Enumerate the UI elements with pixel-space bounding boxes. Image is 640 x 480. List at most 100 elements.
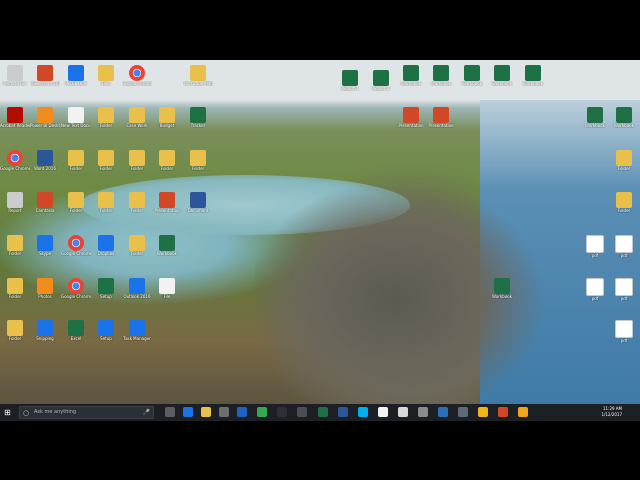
desktop-icon-i19[interactable]: Folder	[152, 150, 182, 171]
folder-icon	[98, 65, 114, 81]
desktop-icon-i51[interactable]: Workbook	[518, 65, 548, 86]
task-view-icon[interactable]	[165, 407, 175, 417]
calc-icon[interactable]	[458, 407, 468, 417]
excel-icon[interactable]	[318, 407, 328, 417]
gear-icon[interactable]	[478, 407, 488, 417]
desktop-icon-i15[interactable]: Word 2016	[30, 150, 60, 171]
desktop-icon-i36[interactable]: Google Chrome	[61, 278, 91, 299]
desktop-icon-i32[interactable]: Folder	[122, 235, 152, 256]
calculator-icon[interactable]	[418, 407, 428, 417]
folder-icon	[159, 150, 175, 166]
desktop-icon-i21[interactable]: Report	[0, 192, 30, 213]
desktop-icon-i13[interactable]: Tracker	[183, 107, 213, 128]
desktop-icon-i16[interactable]: Folder	[61, 150, 91, 171]
desktop-icon-i31[interactable]: Dropbox	[91, 235, 121, 256]
desktop-icon-i60[interactable]: pdf	[609, 235, 639, 258]
excel-icon	[464, 65, 480, 81]
desktop-icon-i30[interactable]: Google Chrome	[61, 235, 91, 256]
desktop-icon-label: Workbook	[523, 81, 543, 86]
search-box[interactable]: ○ Ask me anything 🎤	[19, 406, 154, 419]
desktop-icon-i10[interactable]: Folder	[91, 107, 121, 128]
desktop-icon-i59[interactable]: pdf	[580, 235, 610, 258]
desktop-icon-i26[interactable]: Presentation	[152, 192, 182, 213]
desktop-icon-i20[interactable]: Folder	[183, 150, 213, 171]
desktop-icon-label: Folder	[99, 208, 113, 213]
desktop-icon-label: Folder	[130, 208, 144, 213]
desktop-icon-i54[interactable]: Workbook	[580, 107, 610, 128]
desktop-icon-i35[interactable]: Photos	[30, 278, 60, 299]
desktop-icon-i22[interactable]: Camtasia	[30, 192, 60, 213]
sun-icon[interactable]	[518, 407, 528, 417]
edge-icon[interactable]	[183, 407, 193, 417]
desktop-icon-i49[interactable]: Workbook	[457, 65, 487, 86]
desktop-icon-i57[interactable]: Folder	[609, 192, 639, 213]
desktop-icon-i2[interactable]: PowerPoint 2016	[30, 65, 60, 86]
desktop-icon-i63[interactable]: pdf	[609, 320, 639, 343]
desktop-icon-i27[interactable]: Document	[183, 192, 213, 213]
desktop-icon-i18[interactable]: Folder	[122, 150, 152, 171]
powerpoint-icon[interactable]	[498, 407, 508, 417]
start-button[interactable]: ⊞	[4, 408, 11, 417]
desktop-icon-i38[interactable]: Outlook 2016	[122, 278, 152, 299]
desktop-icon-i52[interactable]: Presentation	[396, 107, 426, 128]
desktop-icon-label: Folder	[160, 166, 174, 171]
orange-icon	[37, 107, 53, 123]
word-icon[interactable]	[338, 407, 348, 417]
desktop-icon-i23[interactable]: Folder	[61, 192, 91, 213]
file-icon[interactable]	[378, 407, 388, 417]
desktop-icon-i33[interactable]: Workbook	[152, 235, 182, 256]
chart-icon[interactable]	[438, 407, 448, 417]
desktop-icon-i12[interactable]: Budget	[152, 107, 182, 128]
desktop-icon-i53[interactable]: Presentation	[426, 107, 456, 128]
desktop-icon-i7[interactable]: Acrobat Reader DC	[0, 107, 30, 128]
folder-icon	[98, 107, 114, 123]
desktop-icon-i40[interactable]: Folder	[0, 320, 30, 341]
desktop-icon-i25[interactable]: Folder	[122, 192, 152, 213]
desktop-icon-label: Case Work	[126, 123, 148, 128]
desktop-icon-i3[interactable]: INTEL UCA	[61, 65, 91, 86]
desktop-icon-i11[interactable]: Case Work	[122, 107, 152, 128]
desktop-icon-i42[interactable]: Excel	[61, 320, 91, 341]
desktop-icon-i37[interactable]: Setup	[91, 278, 121, 299]
microphone-icon[interactable]: 🎤	[143, 409, 150, 416]
folder-icon	[159, 107, 175, 123]
desktop-icon-i4[interactable]: Files	[91, 65, 121, 86]
desktop-icon-i6[interactable]: 3rd Grade Math	[183, 65, 213, 86]
chrome-icon[interactable]	[257, 407, 267, 417]
desktop-icon-label: Report 2	[372, 86, 390, 91]
desktop-icon-i55[interactable]: Workbook	[609, 107, 639, 128]
excel-icon	[68, 320, 84, 336]
folder-icon[interactable]	[201, 407, 211, 417]
desktop-icon-i1[interactable]: Recycle Bin	[0, 65, 30, 86]
app-icon-2[interactable]	[297, 407, 307, 417]
desktop-icon-i8[interactable]: Power BI Desktop	[30, 107, 60, 128]
excel-icon	[433, 65, 449, 81]
desktop-icon-i58[interactable]: Workbook	[487, 278, 517, 299]
desktop-icon-i56[interactable]: Folder	[609, 150, 639, 171]
desktop-icon-i48[interactable]: Workbook	[426, 65, 456, 86]
system-tray-clock[interactable]: 11:29 AM 1/12/2017	[601, 406, 622, 418]
desktop-icon-i5[interactable]: Google Chrome	[122, 65, 152, 86]
desktop-icon-i14[interactable]: Google Chrome	[0, 150, 30, 171]
desktop-icon-i24[interactable]: Folder	[91, 192, 121, 213]
desktop-icon-i46[interactable]: Report 2	[366, 70, 396, 91]
desktop-icon-i61[interactable]: pdf	[580, 278, 610, 301]
desktop-icon-i43[interactable]: Setup	[91, 320, 121, 341]
store-icon[interactable]	[219, 407, 229, 417]
desktop-icon-i47[interactable]: Workbook	[396, 65, 426, 86]
outlook-icon[interactable]	[237, 407, 247, 417]
doc-icon[interactable]	[398, 407, 408, 417]
desktop-icon-i41[interactable]: Snipping	[30, 320, 60, 341]
desktop-icon-i29[interactable]: Skype	[30, 235, 60, 256]
desktop-icon-i28[interactable]: Folder	[0, 235, 30, 256]
desktop-icon-i45[interactable]: Report 1	[335, 70, 365, 91]
desktop-icon-i34[interactable]: Folder	[0, 278, 30, 299]
desktop-icon-i44[interactable]: Task Manager	[122, 320, 152, 341]
desktop-icon-i9[interactable]: New Text Document	[61, 107, 91, 128]
desktop-icon-i62[interactable]: pdf	[609, 278, 639, 301]
skype-icon[interactable]	[358, 407, 368, 417]
app-icon[interactable]	[277, 407, 287, 417]
desktop-icon-i50[interactable]: Workbook	[487, 65, 517, 86]
desktop-icon-i39[interactable]: File	[152, 278, 182, 299]
desktop-icon-i17[interactable]: Folder	[91, 150, 121, 171]
